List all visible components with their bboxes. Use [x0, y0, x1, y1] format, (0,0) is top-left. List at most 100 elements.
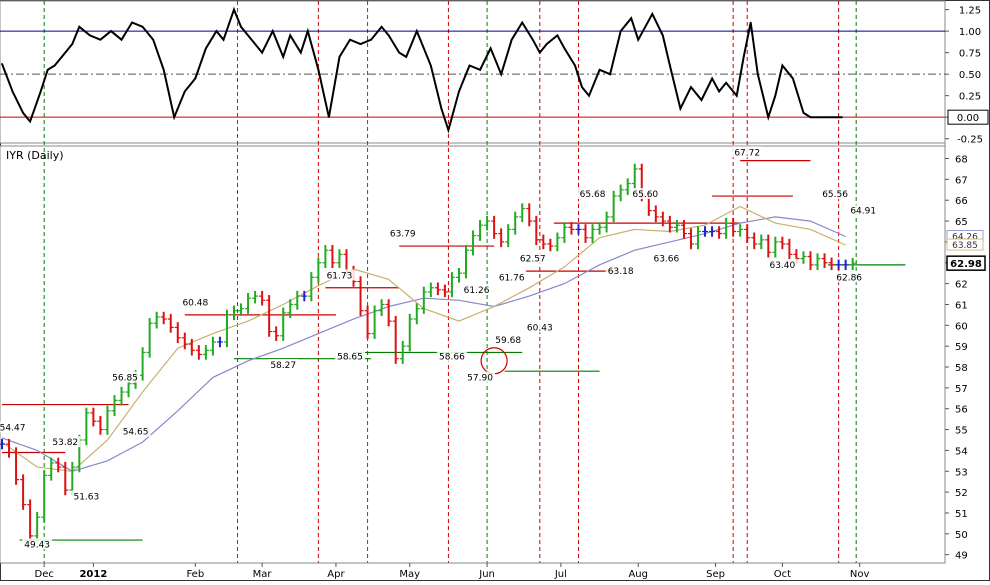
x-tick-label: Feb: [186, 569, 204, 580]
oscillator-point: [440, 107, 443, 110]
price-annotation: 67.72: [734, 148, 760, 158]
oscillator-value-label: 0.00: [957, 113, 979, 124]
oscillator-point: [447, 129, 450, 131]
price-tick-label: 53: [955, 467, 968, 478]
x-tick-label: Apr: [327, 569, 345, 580]
oscillator-tick-label: 0.75: [959, 49, 981, 60]
last-price-label: 62.98: [950, 259, 982, 270]
oscillator-point: [756, 73, 759, 75]
x-tick-label: Mar: [253, 569, 273, 580]
x-tick-label: Dec: [35, 569, 54, 580]
price-annotation: 60.48: [182, 298, 208, 308]
oscillator-tick-label: -0.25: [957, 135, 983, 146]
oscillator-point: [500, 73, 502, 75]
price-annotation: 51.63: [73, 492, 99, 502]
oscillator-point: [662, 34, 664, 37]
oscillator-point: [637, 38, 640, 41]
price-tick-label: 49: [955, 551, 968, 562]
x-tick-label: May: [399, 569, 420, 580]
price-tick-label: 61: [955, 300, 968, 311]
price-annotation: 63.40: [769, 261, 795, 271]
oscillator-point: [767, 116, 770, 118]
price-tick-label: 50: [955, 530, 968, 541]
oscillator-point: [539, 51, 541, 54]
oscillator-point: [1, 63, 3, 65]
oscillator-point: [423, 47, 425, 50]
oscillator-point: [830, 116, 833, 118]
oscillator-point: [479, 69, 481, 71]
price-tick-label: 51: [955, 509, 968, 520]
oscillator-point: [99, 38, 102, 41]
oscillator-point: [131, 21, 133, 24]
price-tick-label: 54: [955, 446, 968, 457]
price-annotation: 65.56: [822, 190, 848, 200]
oscillator-point: [271, 30, 274, 32]
price-annotation: 58.65: [337, 353, 363, 363]
oscillator-point: [387, 34, 390, 37]
oscillator-current-value: 0.00: [947, 109, 989, 125]
price-tick-label: 55: [955, 426, 968, 437]
oscillator-point: [141, 26, 144, 28]
oscillator-point: [598, 69, 601, 71]
oscillator-point: [240, 26, 242, 28]
x-tick-label: 2012: [79, 569, 107, 580]
price-tick-label: 66: [955, 196, 968, 207]
chart-window: 1.251.000.750.500.250.00-0.25 0.00 IYR (…: [0, 0, 990, 581]
chart-svg: 1.251.000.750.500.250.00-0.25 0.00 IYR (…: [0, 0, 990, 581]
price-panel-title: IYR (Daily): [6, 149, 64, 162]
price-annotation: 63.79: [390, 230, 416, 240]
oscillator-point: [398, 51, 401, 54]
price-annotation: 54.65: [123, 428, 149, 438]
oscillator-point: [718, 90, 720, 93]
oscillator-point: [458, 90, 460, 93]
price-annotation: 64.91: [850, 207, 876, 217]
oscillator-point: [60, 56, 63, 58]
oscillator-point: [619, 30, 622, 32]
oscillator-point: [71, 43, 74, 45]
price-tick-label: 68: [955, 155, 968, 166]
oscillator-point: [53, 64, 56, 67]
price-annotation: 54.47: [0, 424, 25, 434]
oscillator-point: [630, 17, 633, 20]
oscillator-point: [261, 51, 263, 54]
oscillator-point: [282, 56, 285, 58]
oscillator-point: [120, 38, 123, 41]
oscillator-point: [299, 51, 302, 54]
oscillator-point: [215, 30, 218, 32]
oscillator-point: [669, 64, 671, 67]
oscillator-point: [46, 69, 49, 71]
price-tick-label: 60: [955, 321, 968, 332]
oscillator-point: [588, 94, 590, 97]
x-tick-label: Aug: [628, 569, 648, 580]
oscillator-point: [816, 116, 819, 118]
oscillator-point: [430, 64, 432, 67]
oscillator-point: [774, 94, 777, 97]
x-tick-label: Sep: [706, 569, 725, 580]
oscillator-point: [468, 64, 471, 67]
oscillator-point: [725, 81, 727, 84]
oscillator-point: [574, 64, 576, 67]
oscillator-point: [162, 69, 165, 71]
x-tick-label: Nov: [850, 569, 870, 580]
oscillator-point: [39, 90, 42, 93]
price-annotation: 56.85: [112, 374, 138, 384]
oscillator-tick-label: 0.25: [959, 92, 981, 103]
price-tick-label: 56: [955, 405, 968, 416]
oscillator-point: [380, 26, 383, 28]
oscillator-point: [405, 56, 408, 58]
oscillator-point: [289, 34, 292, 37]
oscillator-tick-label: 1.00: [959, 27, 981, 38]
oscillator-point: [173, 116, 176, 118]
price-annotation: 65.68: [580, 190, 606, 200]
oscillator-point: [521, 21, 524, 24]
price-annotation: 59.68: [495, 336, 521, 346]
price-right-labels: 62.9864.2663.85: [946, 230, 986, 271]
oscillator-point: [152, 38, 154, 41]
oscillator-point: [510, 38, 513, 41]
oscillator-point: [546, 43, 548, 45]
oscillator-point: [222, 38, 225, 41]
oscillator-point: [183, 90, 186, 93]
price-annotation: 49.43: [24, 540, 50, 550]
price-annotation: 58.66: [439, 353, 465, 363]
price-tick-label: 57: [955, 384, 968, 395]
